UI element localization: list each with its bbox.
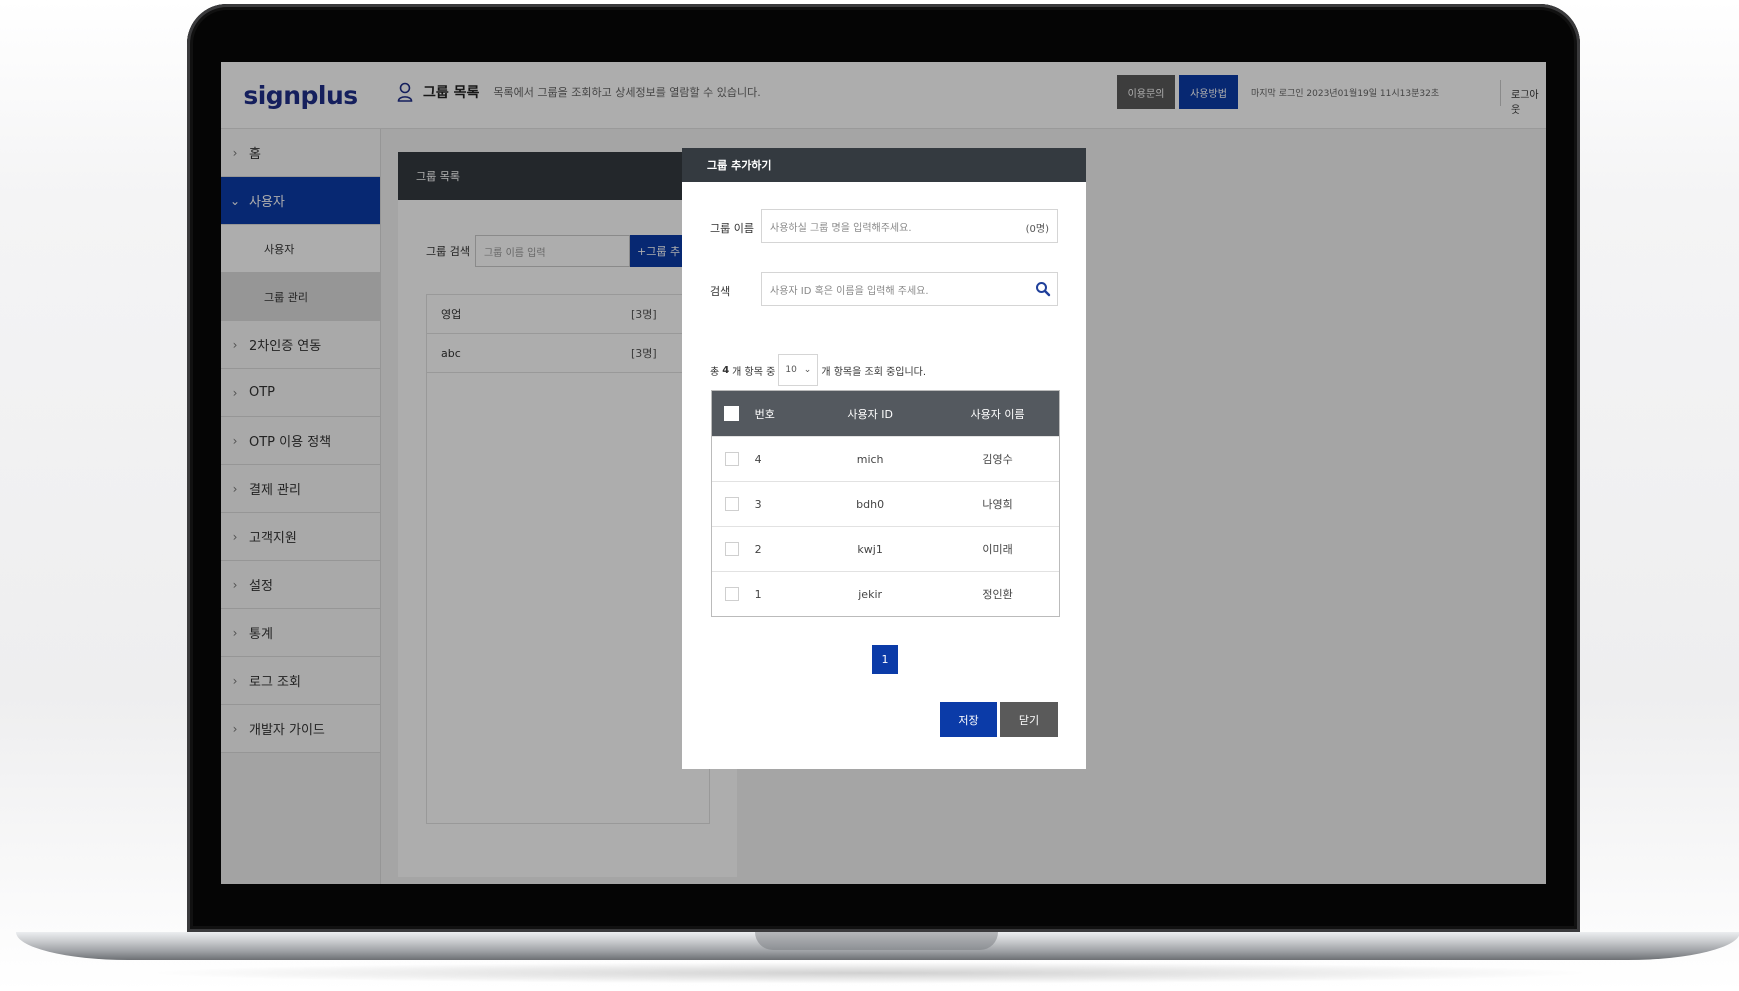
row-checkbox[interactable]	[724, 587, 739, 601]
user-search-label: 검색	[710, 285, 731, 298]
user-search-input[interactable]: 사용자 ID 혹은 이름을 입력해 주세요.	[761, 272, 1058, 306]
cell-no: 2	[754, 542, 762, 556]
summary-prefix: 총	[710, 366, 720, 378]
cell-no: 3	[754, 497, 762, 511]
table-row[interactable]: 3 bdh0 나영희	[712, 481, 1059, 526]
cell-user-id: kwj1	[857, 542, 883, 556]
modal-title: 그룹 추가하기	[682, 148, 1086, 182]
row-checkbox[interactable]	[724, 452, 739, 466]
search-icon[interactable]	[1035, 281, 1051, 297]
summary-total: 4	[722, 364, 730, 376]
cell-user-id: mich	[856, 452, 884, 466]
column-header-user-id: 사용자 ID	[847, 407, 893, 421]
select-all-checkbox[interactable]	[724, 406, 740, 421]
table-row[interactable]: 2 kwj1 이미래	[712, 526, 1059, 571]
column-header-no: 번호	[754, 407, 775, 421]
row-checkbox[interactable]	[724, 497, 739, 511]
cell-user-name: 이미래	[982, 543, 1013, 556]
summary-suffix: 개 항목을 조회 중입니다.	[821, 366, 927, 378]
column-header-user-name: 사용자 이름	[970, 407, 1025, 421]
cell-user-name: 나영희	[982, 498, 1013, 511]
add-group-modal: 그룹 추가하기 그룹 이름 사용하실 그룹 명을 입력해주세요. (0명) 검색…	[682, 148, 1086, 769]
user-table: 번호 사용자 ID 사용자 이름 4 mich 김영수 3 bdh0 나영희 2…	[711, 390, 1060, 617]
laptop-shadow	[140, 962, 1600, 984]
cell-user-id: jekir	[858, 587, 883, 601]
group-name-counter: (0명)	[1025, 224, 1049, 235]
table-header: 번호 사용자 ID 사용자 이름	[712, 391, 1059, 436]
cell-user-id: bdh0	[856, 497, 885, 511]
cell-no: 1	[754, 587, 762, 601]
user-search-placeholder: 사용자 ID 혹은 이름을 입력해 주세요.	[770, 285, 929, 297]
result-summary: 총 4 개 항목 중 10 ⌄ 개 항목을 조회 중입니다.	[710, 354, 926, 386]
save-button[interactable]: 저장	[940, 702, 997, 737]
cell-user-name: 김영수	[982, 453, 1013, 466]
chevron-down-icon: ⌄	[803, 365, 812, 375]
row-checkbox[interactable]	[724, 542, 739, 556]
table-row[interactable]: 1 jekir 정인환	[712, 571, 1059, 616]
cell-user-name: 정인환	[982, 588, 1013, 601]
page-size-select[interactable]: 10 ⌄	[778, 354, 819, 386]
app-screen: signplus 그룹 목록 목록에서 그룹을 조회하고 상세정보를 열람할 수…	[221, 62, 1546, 884]
close-button[interactable]: 닫기	[1000, 702, 1058, 737]
cell-no: 4	[754, 452, 762, 466]
table-row[interactable]: 4 mich 김영수	[712, 436, 1059, 481]
group-name-placeholder: 사용하실 그룹 명을 입력해주세요.	[770, 222, 912, 234]
group-name-input[interactable]: 사용하실 그룹 명을 입력해주세요. (0명)	[761, 209, 1058, 243]
pagination-page-1[interactable]: 1	[872, 645, 898, 674]
page-size-value: 10	[785, 365, 797, 375]
laptop-notch	[755, 932, 998, 950]
summary-mid: 개 항목 중	[732, 366, 776, 378]
group-name-label: 그룹 이름	[710, 222, 754, 235]
